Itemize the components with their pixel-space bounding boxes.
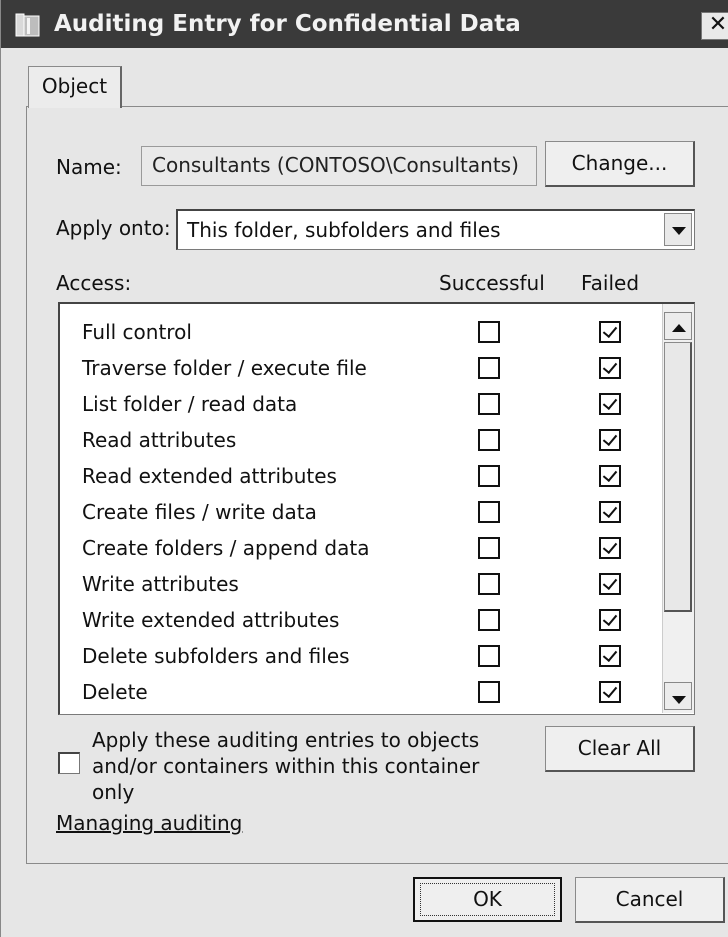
failed-checkbox[interactable]: [599, 321, 621, 343]
failed-checkbox[interactable]: [599, 681, 621, 703]
access-row: List folder / read data: [60, 385, 660, 421]
access-row-label: Full control: [82, 320, 192, 344]
close-icon: ✕: [708, 12, 728, 37]
scroll-down-button[interactable]: [664, 682, 692, 710]
access-row-label: Create files / write data: [82, 500, 317, 524]
auditing-entry-dialog: Auditing Entry for Confidential Data ✕ O…: [0, 0, 728, 937]
access-row-label: Delete: [82, 680, 148, 704]
access-row: Write extended attributes: [60, 601, 660, 637]
chevron-up-icon: [672, 324, 686, 332]
cancel-button[interactable]: Cancel: [575, 877, 725, 923]
name-field: Consultants (CONTOSO\Consultants): [141, 146, 537, 186]
access-permissions-list[interactable]: Full control Traverse folder / execute fi…: [58, 302, 695, 715]
apply-container-label: Apply these auditing entries to objects …: [92, 728, 480, 804]
close-button[interactable]: ✕: [701, 12, 728, 40]
dropdown-arrow-button[interactable]: [664, 213, 692, 246]
access-row: Create files / write data: [60, 493, 660, 529]
apply-onto-value: This folder, subfolders and files: [187, 218, 501, 242]
focus-ring: [420, 883, 555, 916]
managing-auditing-link[interactable]: Managing auditing: [56, 810, 242, 836]
change-button[interactable]: Change...: [545, 141, 695, 187]
successful-checkbox[interactable]: [478, 357, 500, 379]
scroll-up-button[interactable]: [664, 312, 692, 340]
chevron-down-icon: [672, 696, 686, 704]
failed-checkbox[interactable]: [599, 537, 621, 559]
title-bar: Auditing Entry for Confidential Data ✕: [1, 0, 728, 48]
successful-checkbox[interactable]: [478, 393, 500, 415]
access-row: Delete subfolders and files: [60, 637, 660, 673]
failed-checkbox[interactable]: [599, 645, 621, 667]
ok-button[interactable]: OK: [413, 877, 562, 922]
vertical-scrollbar[interactable]: [662, 304, 694, 713]
successful-checkbox[interactable]: [478, 681, 500, 703]
failed-checkbox[interactable]: [599, 429, 621, 451]
failed-checkbox[interactable]: [599, 465, 621, 487]
name-label: Name:: [56, 155, 122, 179]
successful-column-header: Successful: [439, 271, 545, 295]
scrollbar-thumb[interactable]: [664, 342, 692, 612]
access-row-label: Read extended attributes: [82, 464, 337, 488]
tab-object[interactable]: Object: [28, 66, 122, 108]
apply-container-checkbox[interactable]: [58, 752, 80, 774]
failed-checkbox[interactable]: [599, 357, 621, 379]
access-row: Delete: [60, 673, 660, 709]
access-row: Write attributes: [60, 565, 660, 601]
successful-checkbox[interactable]: [478, 573, 500, 595]
access-row-label: Create folders / append data: [82, 536, 370, 560]
successful-checkbox[interactable]: [478, 609, 500, 631]
successful-checkbox[interactable]: [478, 645, 500, 667]
access-row: Traverse folder / execute file: [60, 349, 660, 385]
access-row-label: Read attributes: [82, 428, 237, 452]
apply-onto-label: Apply onto:: [56, 216, 171, 240]
failed-column-header: Failed: [581, 271, 640, 295]
window-title: Auditing Entry for Confidential Data: [54, 11, 521, 37]
apply-onto-select[interactable]: This folder, subfolders and files: [176, 209, 695, 250]
access-row-label: List folder / read data: [82, 392, 298, 416]
access-row: Full control: [60, 313, 660, 349]
successful-checkbox[interactable]: [478, 465, 500, 487]
chevron-down-icon: [672, 227, 686, 235]
failed-checkbox[interactable]: [599, 573, 621, 595]
access-row-label: Delete subfolders and files: [82, 644, 350, 668]
access-row-label: Traverse folder / execute file: [82, 356, 367, 380]
successful-checkbox[interactable]: [478, 537, 500, 559]
access-row: Read attributes: [60, 421, 660, 457]
access-row-label: Write extended attributes: [82, 608, 340, 632]
clear-all-button[interactable]: Clear All: [545, 726, 695, 772]
successful-checkbox[interactable]: [478, 501, 500, 523]
successful-checkbox[interactable]: [478, 429, 500, 451]
failed-checkbox[interactable]: [599, 393, 621, 415]
failed-checkbox[interactable]: [599, 501, 621, 523]
access-row: Create folders / append data: [60, 529, 660, 565]
access-label: Access:: [56, 271, 132, 295]
successful-checkbox[interactable]: [478, 321, 500, 343]
access-row: Read extended attributes: [60, 457, 660, 493]
folder-icon: [15, 13, 40, 37]
access-row-label: Write attributes: [82, 572, 239, 596]
failed-checkbox[interactable]: [599, 609, 621, 631]
